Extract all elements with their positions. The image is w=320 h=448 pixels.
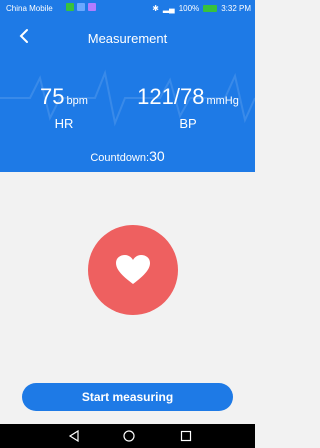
heart-rate-metric: 75 bpm HR (24, 84, 104, 131)
status-right: ✱ ▂▄ 100% 3:32 PM (152, 4, 251, 13)
battery-percent: 100% (178, 4, 200, 13)
notification-icons (66, 3, 96, 11)
square-recent-icon (180, 430, 192, 442)
notification-icon (66, 3, 74, 11)
status-bar: China Mobile ✱ ▂▄ 100% 3:32 PM (0, 0, 255, 18)
measurement-header-panel: China Mobile ✱ ▂▄ 100% 3:32 PM Measureme… (0, 0, 255, 172)
blood-pressure-unit: mmHg (206, 95, 239, 107)
blood-pressure-metric: 121/78 mmHg BP (126, 84, 250, 131)
countdown-value: 30 (149, 148, 165, 164)
nav-recent-button[interactable] (178, 428, 194, 444)
signal-icon: ▂▄ (162, 4, 175, 13)
nav-home-button[interactable] (121, 428, 137, 444)
carrier-name: China Mobile (6, 4, 53, 13)
bluetooth-icon: ✱ (152, 4, 159, 13)
system-nav-bar (0, 424, 255, 448)
circle-home-icon (123, 430, 135, 442)
heart-rate-unit: bpm (66, 95, 88, 107)
battery-icon (203, 5, 218, 12)
nav-back-button[interactable] (66, 428, 82, 444)
notification-icon (77, 3, 85, 11)
heart-icon (116, 255, 150, 284)
start-measuring-button[interactable]: Start measuring (22, 383, 233, 411)
notification-icon (88, 3, 96, 11)
page-title: Measurement (87, 31, 168, 46)
triangle-back-icon (68, 430, 79, 442)
heart-rate-label: HR (54, 116, 74, 131)
countdown-label: Countdown: (90, 152, 150, 164)
countdown: Countdown:30 (0, 148, 255, 164)
blood-pressure-label: BP (179, 116, 197, 131)
blood-pressure-value: 121/78 (137, 84, 205, 109)
clock: 3:32 PM (221, 4, 251, 13)
heart-rate-value: 75 (40, 84, 65, 109)
app-header: Measurement (0, 22, 255, 56)
heart-measure-button[interactable] (88, 225, 178, 315)
